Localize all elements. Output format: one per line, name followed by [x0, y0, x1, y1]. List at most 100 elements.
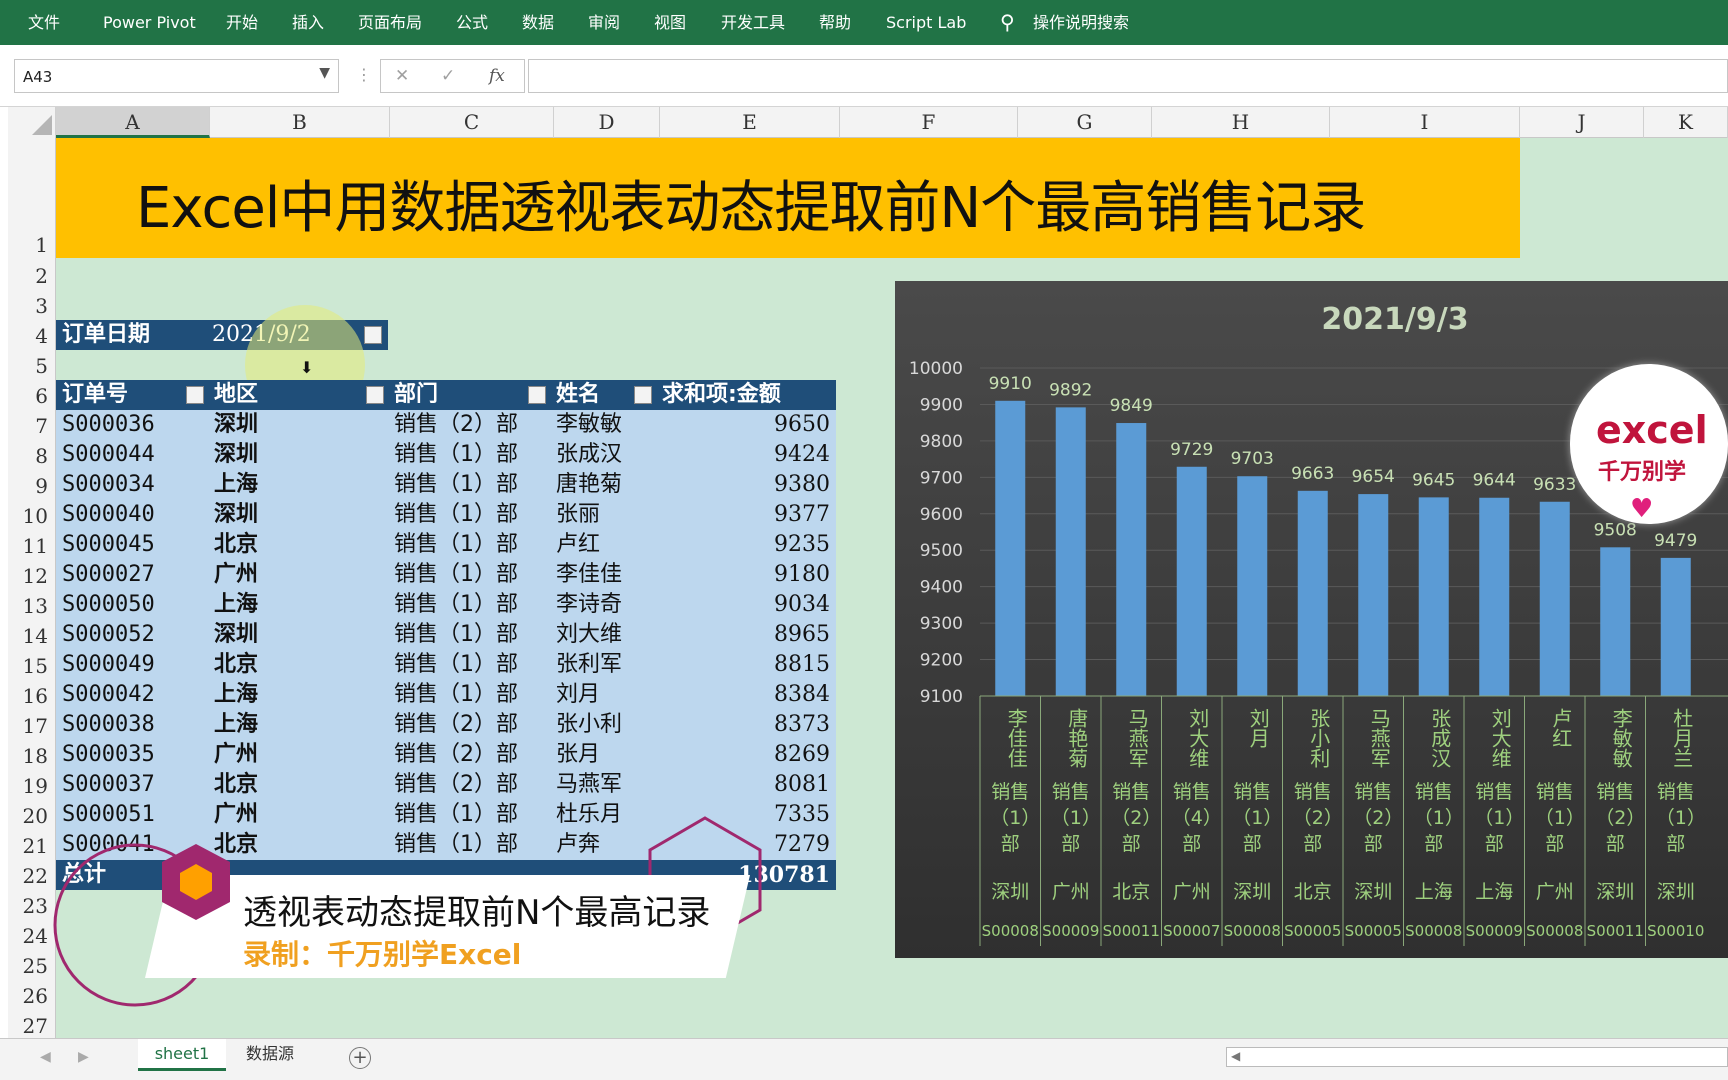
tell-me-search[interactable]: 操作说明搜索 [1033, 0, 1129, 45]
dept-cell[interactable]: 销售（1）部 [394, 440, 518, 470]
column-header-k[interactable]: K [1644, 107, 1728, 138]
pivot-row[interactable]: S000040 深圳 销售（1）部 张丽 9377 [56, 500, 836, 530]
amount-cell[interactable]: 8384 [774, 680, 830, 710]
tab-page-layout[interactable]: 页面布局 [358, 0, 422, 45]
pivot-row[interactable]: S000027 广州 销售（1）部 李佳佳 9180 [56, 560, 836, 590]
order-id-cell[interactable]: S000040 [62, 500, 155, 530]
region-cell[interactable]: 深圳 [214, 620, 258, 650]
amount-cell[interactable]: 8373 [774, 710, 830, 740]
row-header-13[interactable]: 13 [8, 594, 56, 618]
name-cell[interactable]: 卢红 [556, 530, 600, 560]
column-header-b[interactable]: B [210, 107, 390, 138]
tab-script-lab[interactable]: Script Lab [886, 0, 966, 45]
order-id-cell[interactable]: S000037 [62, 770, 155, 800]
select-all-button[interactable] [8, 107, 56, 138]
column-header-d[interactable]: D [554, 107, 660, 138]
tab-view[interactable]: 视图 [654, 0, 686, 45]
region-cell[interactable]: 上海 [214, 590, 258, 620]
region-cell[interactable]: 广州 [214, 740, 258, 770]
region-cell[interactable]: 上海 [214, 710, 258, 740]
tab-formulas[interactable]: 公式 [456, 0, 488, 45]
row-header-7[interactable]: 7 [8, 414, 56, 438]
amount-cell[interactable]: 8965 [774, 620, 830, 650]
name-cell[interactable]: 李诗奇 [556, 590, 622, 620]
order-id-cell[interactable]: S000034 [62, 470, 155, 500]
sheet-tab-datasource[interactable]: 数据源 [236, 1039, 304, 1071]
pivot-row[interactable]: S000050 上海 销售（1）部 李诗奇 9034 [56, 590, 836, 620]
name-cell[interactable]: 张丽 [556, 500, 600, 530]
name-box[interactable]: A43 ▼ [14, 59, 339, 93]
name-cell[interactable]: 马燕军 [556, 770, 622, 800]
row-header-12[interactable]: 12 [8, 564, 56, 588]
name-cell[interactable]: 唐艳菊 [556, 470, 622, 500]
amount-cell[interactable]: 9424 [774, 440, 830, 470]
dept-cell[interactable]: 销售（1）部 [394, 560, 518, 590]
enter-icon[interactable]: ✓ [441, 66, 455, 86]
scroll-left-arrow-icon[interactable]: ◀ [1231, 1049, 1240, 1063]
amount-cell[interactable]: 8815 [774, 650, 830, 680]
order-id-cell[interactable]: S000052 [62, 620, 155, 650]
row-header-5[interactable]: 5 [8, 354, 56, 378]
row-header-3[interactable]: 3 [8, 294, 56, 318]
dept-cell[interactable]: 销售（2）部 [394, 770, 518, 800]
column-header-a[interactable]: A [56, 107, 210, 138]
column-header-c[interactable]: C [390, 107, 554, 138]
tab-home[interactable]: 开始 [226, 0, 258, 45]
filter-icon[interactable] [364, 326, 382, 344]
tab-help[interactable]: 帮助 [819, 0, 851, 45]
amount-cell[interactable]: 9180 [774, 560, 830, 590]
row-header-6[interactable]: 6 [8, 384, 56, 408]
dept-cell[interactable]: 销售（1）部 [394, 500, 518, 530]
row-header-1[interactable]: 1 [8, 233, 56, 257]
row-header-26[interactable]: 26 [8, 984, 56, 1008]
row-header-25[interactable]: 25 [8, 954, 56, 978]
tab-insert[interactable]: 插入 [292, 0, 324, 45]
region-cell[interactable]: 上海 [214, 470, 258, 500]
dept-cell[interactable]: 销售（1）部 [394, 530, 518, 560]
row-header-18[interactable]: 18 [8, 744, 56, 768]
fx-icon[interactable]: fx [489, 66, 505, 86]
region-cell[interactable]: 深圳 [214, 500, 258, 530]
amount-cell[interactable]: 9380 [774, 470, 830, 500]
chevron-down-icon[interactable]: ▼ [319, 65, 330, 81]
scroll-left-icon[interactable]: ◀ [40, 1049, 51, 1065]
sort-filter-icon[interactable] [186, 386, 204, 404]
order-id-cell[interactable]: S000027 [62, 560, 155, 590]
name-cell[interactable]: 张月 [556, 740, 600, 770]
amount-cell[interactable]: 8081 [774, 770, 830, 800]
order-id-cell[interactable]: S000050 [62, 590, 155, 620]
pivot-row[interactable]: S000042 上海 销售（1）部 刘月 8384 [56, 680, 836, 710]
tab-developer[interactable]: 开发工具 [721, 0, 785, 45]
cancel-icon[interactable]: ✕ [395, 66, 409, 86]
amount-cell[interactable]: 9034 [774, 590, 830, 620]
pivot-row[interactable]: S000038 上海 销售（2）部 张小利 8373 [56, 710, 836, 740]
region-cell[interactable]: 上海 [214, 680, 258, 710]
scroll-right-icon[interactable]: ▶ [78, 1049, 89, 1065]
tab-review[interactable]: 审阅 [588, 0, 620, 45]
row-header-21[interactable]: 21 [8, 834, 56, 858]
pivot-row[interactable]: S000049 北京 销售（1）部 张利军 8815 [56, 650, 836, 680]
pivot-row[interactable]: S000045 北京 销售（1）部 卢红 9235 [56, 530, 836, 560]
name-cell[interactable]: 李敏敏 [556, 410, 622, 440]
tab-file[interactable]: 文件 [28, 0, 60, 45]
dropdown-icon[interactable] [366, 386, 384, 404]
amount-cell[interactable]: 9650 [774, 410, 830, 440]
row-header-15[interactable]: 15 [8, 654, 56, 678]
pivot-row[interactable]: S000036 深圳 销售（2）部 李敏敏 9650 [56, 410, 836, 440]
pivot-row[interactable]: S000052 深圳 销售（1）部 刘大维 8965 [56, 620, 836, 650]
dept-cell[interactable]: 销售（1）部 [394, 680, 518, 710]
pivot-row[interactable]: S000035 广州 销售（2）部 张月 8269 [56, 740, 836, 770]
region-cell[interactable]: 深圳 [214, 410, 258, 440]
region-cell[interactable]: 深圳 [214, 440, 258, 470]
row-header-19[interactable]: 19 [8, 774, 56, 798]
pivot-row[interactable]: S000044 深圳 销售（1）部 张成汉 9424 [56, 440, 836, 470]
region-cell[interactable]: 北京 [214, 530, 258, 560]
dept-cell[interactable]: 销售（2）部 [394, 740, 518, 770]
row-header-14[interactable]: 14 [8, 624, 56, 648]
row-header-24[interactable]: 24 [8, 924, 56, 948]
order-id-cell[interactable]: S000035 [62, 740, 155, 770]
column-header-h[interactable]: H [1152, 107, 1330, 138]
name-cell[interactable]: 李佳佳 [556, 560, 622, 590]
row-header-10[interactable]: 10 [8, 504, 56, 528]
amount-cell[interactable]: 9235 [774, 530, 830, 560]
